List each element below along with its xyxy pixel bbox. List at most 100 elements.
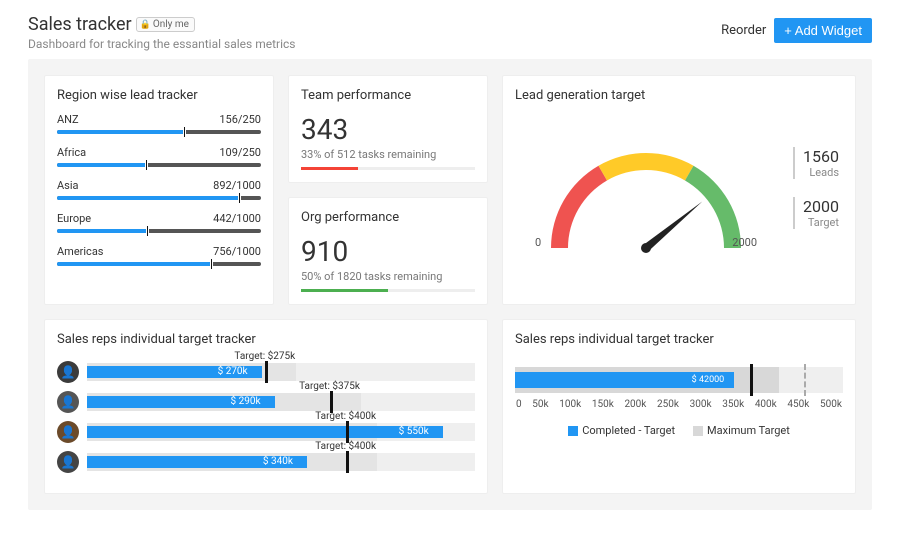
- rep-row: 👤Target: $400k$ 340k: [57, 451, 475, 473]
- dashboard-grid: Region wise lead tracker ANZ 156/250 Afric…: [28, 59, 872, 510]
- gauge-target-val: 2000: [803, 197, 839, 216]
- region-row: Europe442/1000: [57, 212, 261, 233]
- region-row: Asia 892/1000: [57, 179, 261, 200]
- legend-max: Maximum Target: [693, 424, 790, 437]
- aggregate-title: Sales reps individual target tracker: [515, 332, 843, 347]
- region-slider[interactable]: [57, 196, 261, 200]
- rep-value-label: $ 340k: [263, 456, 293, 468]
- aggregate-card: Sales reps individual target tracker $ 4…: [502, 319, 856, 494]
- region-label-row: Americas756/1000: [57, 245, 261, 258]
- aggregate-legend: Completed - Target Maximum Target: [515, 424, 843, 437]
- org-performance-card: Org performance 910 50% of 1820 tasks re…: [288, 197, 488, 305]
- region-label-row: ANZ 156/250: [57, 113, 261, 126]
- org-perf-title: Org performance: [301, 210, 475, 225]
- rep-avatar: 👤: [57, 361, 79, 383]
- aggregate-max-tick: [804, 364, 806, 396]
- region-slider[interactable]: [57, 229, 261, 233]
- region-label-row: Europe442/1000: [57, 212, 261, 225]
- aggregate-axis: 050k100k150k200k250k300k350k400k450k500k: [515, 399, 843, 410]
- header: Sales tracker 🔒 Only me Dashboard for tr…: [0, 0, 900, 59]
- legend-max-label: Maximum Target: [707, 424, 790, 437]
- region-value: 756/1000: [213, 245, 261, 258]
- aggregate-value-label: $ 42000: [692, 375, 725, 385]
- aggregate-track: $ 42000: [515, 367, 843, 393]
- region-slider[interactable]: [57, 262, 261, 266]
- rep-bar-wrap: Target: $275k$ 270k: [87, 363, 475, 381]
- region-slider-handle[interactable]: [145, 159, 148, 171]
- region-name: Africa: [57, 146, 86, 159]
- axis-tick: 250k: [657, 399, 679, 410]
- gauge-wrap: 0 2000 1560 Leads 2000 Target: [515, 113, 843, 263]
- team-perf-value: 343: [301, 113, 475, 146]
- axis-tick: 0: [516, 399, 522, 410]
- rep-bar-wrap: Target: $400k$ 340k: [87, 453, 475, 471]
- region-value: 442/1000: [213, 212, 261, 225]
- rep-track: $ 340k: [87, 453, 475, 471]
- region-row: Americas756/1000: [57, 245, 261, 266]
- gauge-title: Lead generation target: [515, 88, 843, 103]
- rep-value-label: $ 270k: [218, 366, 248, 378]
- gauge-leads-val: 1560: [803, 147, 839, 166]
- region-slider-handle[interactable]: [183, 126, 186, 138]
- rep-bar-wrap: Target: $400k$ 550k: [87, 423, 475, 441]
- page-title: Sales tracker: [28, 14, 132, 35]
- rep-row: 👤Target: $400k$ 550k: [57, 421, 475, 443]
- axis-tick: 100k: [559, 399, 581, 410]
- region-name: Asia: [57, 179, 79, 192]
- axis-tick: 150k: [592, 399, 614, 410]
- region-slider-handle[interactable]: [210, 258, 213, 270]
- aggregate-target-tick: [750, 364, 753, 396]
- reorder-button[interactable]: Reorder: [721, 23, 766, 38]
- region-value: 109/250: [219, 146, 261, 159]
- gauge-min: 0: [535, 236, 541, 249]
- region-slider-fill: [57, 262, 211, 266]
- privacy-badge[interactable]: 🔒 Only me: [136, 17, 195, 32]
- legend-completed-label: Completed - Target: [582, 424, 675, 437]
- region-label-row: Africa 109/250: [57, 146, 261, 159]
- org-perf-bar-fill: [301, 289, 388, 292]
- gauge-target-lab: Target: [803, 216, 839, 229]
- header-left: Sales tracker 🔒 Only me Dashboard for tr…: [28, 14, 295, 51]
- region-rows: ANZ 156/250 Africa 109/250 Asia 892/1000 Europ…: [57, 113, 261, 266]
- gauge-svg-wrap: 0 2000: [515, 113, 777, 263]
- region-row: Africa 109/250: [57, 146, 261, 167]
- rep-row: 👤Target: $375k$ 290k: [57, 391, 475, 413]
- team-perf-bar-fill: [301, 167, 358, 170]
- add-widget-button[interactable]: + Add Widget: [774, 18, 872, 43]
- privacy-text: Only me: [153, 19, 189, 30]
- region-slider-fill: [57, 130, 184, 134]
- axis-tick: 500k: [820, 399, 842, 410]
- region-slider-fill: [57, 196, 239, 200]
- region-tracker-title: Region wise lead tracker: [57, 88, 261, 103]
- region-row: ANZ 156/250: [57, 113, 261, 134]
- region-slider[interactable]: [57, 130, 261, 134]
- header-right: Reorder + Add Widget: [721, 18, 872, 43]
- region-value: 156/250: [219, 113, 261, 126]
- aggregate-bar-wrap: $ 42000 050k100k150k200k250k300k350k400k…: [515, 367, 843, 410]
- team-performance-card: Team performance 343 33% of 512 tasks re…: [288, 75, 488, 183]
- team-perf-title: Team performance: [301, 88, 475, 103]
- person-icon: 👤: [61, 395, 76, 409]
- region-name: ANZ: [57, 113, 79, 126]
- region-slider-handle[interactable]: [146, 225, 149, 237]
- region-label-row: Asia 892/1000: [57, 179, 261, 192]
- legend-completed-swatch: [568, 426, 578, 436]
- rep-avatar: 👤: [57, 391, 79, 413]
- rep-track: $ 290k: [87, 393, 475, 411]
- legend-max-swatch: [693, 426, 703, 436]
- row-1: Region wise lead tracker ANZ 156/250 Afric…: [44, 75, 856, 305]
- lock-icon: 🔒: [140, 20, 151, 30]
- title-row: Sales tracker 🔒 Only me: [28, 14, 295, 35]
- rep-target-tick: [265, 361, 268, 383]
- gauge-leads: 1560 Leads: [793, 147, 839, 179]
- region-slider[interactable]: [57, 163, 261, 167]
- reps-rows: 👤 Target: $275k$ 270k 👤Target: $375k$ 290k…: [57, 361, 475, 473]
- gauge-target: 2000 Target: [793, 197, 839, 229]
- team-perf-bar: [301, 167, 475, 170]
- rep-track: $ 270k: [87, 363, 475, 381]
- rep-target-tick: [346, 451, 349, 473]
- person-icon: 👤: [61, 365, 76, 379]
- region-value: 892/1000: [213, 179, 261, 192]
- performance-column: Team performance 343 33% of 512 tasks re…: [288, 75, 488, 305]
- region-slider-handle[interactable]: [238, 192, 241, 204]
